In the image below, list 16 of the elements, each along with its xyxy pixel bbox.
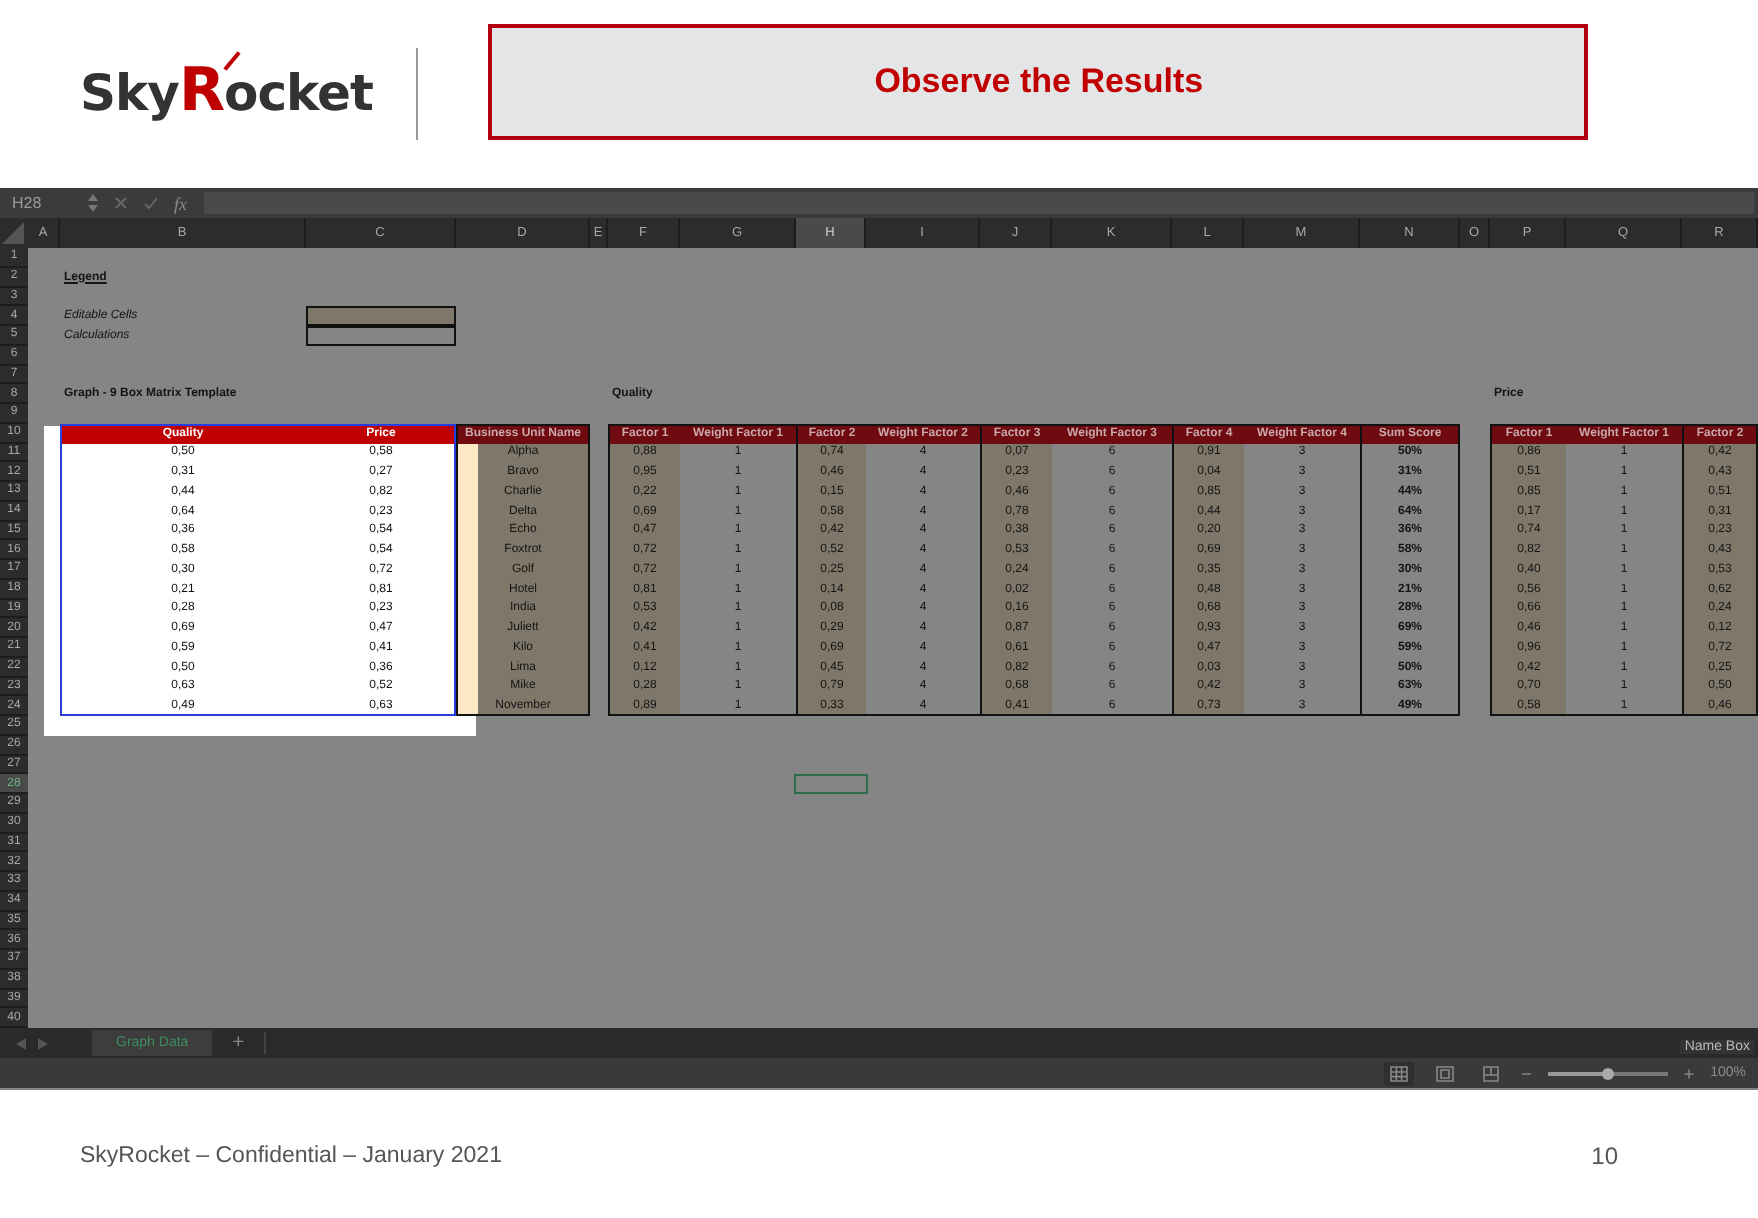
slide-title: Observe the Results	[488, 24, 1589, 140]
logo: SkyRocket	[80, 55, 373, 125]
check-icon[interactable]	[144, 196, 158, 210]
grid-view-icon[interactable]	[1383, 1061, 1414, 1085]
name-box[interactable]: H28	[12, 194, 72, 212]
footer-text: SkyRocket – Confidential – January 2021	[80, 1144, 502, 1168]
add-sheet-button[interactable]: +	[232, 1032, 267, 1054]
close-icon[interactable]	[114, 196, 128, 210]
spinner-icon[interactable]	[88, 194, 98, 212]
zoom-in-button[interactable]: +	[1683, 1063, 1695, 1083]
scroll-left-icon[interactable]	[16, 1037, 26, 1049]
function-button[interactable]: fx	[174, 193, 187, 213]
scroll-right-icon[interactable]	[38, 1037, 48, 1049]
select-all-corner[interactable]	[0, 218, 28, 248]
zoom-out-button[interactable]: −	[1521, 1063, 1532, 1083]
page-number: 10	[1591, 1142, 1618, 1170]
